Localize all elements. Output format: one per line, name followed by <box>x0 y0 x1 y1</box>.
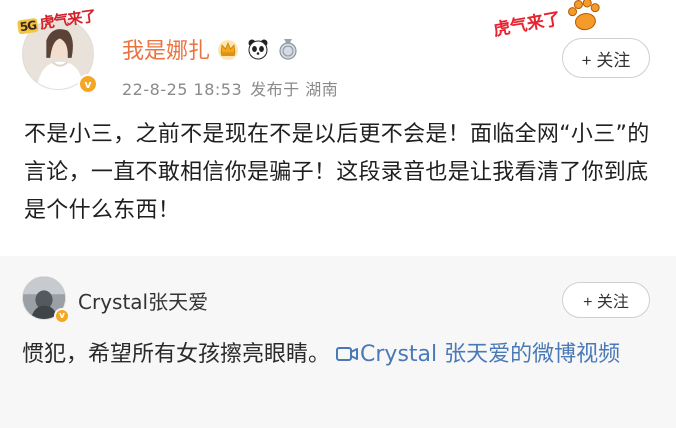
repost-text: 惯犯，希望所有女孩擦亮眼睛。 <box>22 342 331 367</box>
post-timestamp[interactable]: 22-8-25 18:53 <box>122 80 242 99</box>
post-meta: 22-8-25 18:53 发布于 湖南 <box>122 76 338 100</box>
medal-icon[interactable] <box>276 37 300 61</box>
post-location: 发布于 湖南 <box>250 80 339 99</box>
author-name-row: 我是娜扎 <box>122 34 300 64</box>
repost-avatar-container[interactable]: v <box>22 276 70 324</box>
avatar-deco-text: 虎气来了 <box>38 6 97 33</box>
verified-badge-icon: v <box>54 308 70 324</box>
video-link-label[interactable]: Crystal 张天爱的微博视频 <box>360 342 620 367</box>
repost-username[interactable]: Crystal张天爱 <box>78 286 208 315</box>
video-link[interactable]: Crystal 张天爱的微博视频 <box>330 342 620 367</box>
repost-follow-button[interactable]: + 关注 <box>562 282 650 318</box>
panda-icon[interactable] <box>246 37 270 61</box>
weibo-post: 5G 虎气来了 v 我是娜扎 22-8-25 18:53 发布于 湖南 虎气来了… <box>0 0 676 256</box>
tiger-paw-icon <box>568 0 600 31</box>
repost-card[interactable]: v Crystal张天爱 + 关注 惯犯，希望所有女孩擦亮眼睛。 Crystal … <box>0 256 676 428</box>
author-avatar-container[interactable]: 5G 虎气来了 v <box>16 6 98 96</box>
avatar-deco-mini-label: 5G <box>16 17 39 35</box>
repost-content: 惯犯，希望所有女孩擦亮眼睛。 Crystal 张天爱的微博视频 <box>22 336 658 374</box>
crown-icon[interactable] <box>216 37 240 61</box>
post-content: 不是小三，之前不是现在不是以后更不会是！面临全网“小三”的言论，一直不敢相信你是… <box>24 122 650 223</box>
sticker-text: 虎气来了 <box>491 9 563 41</box>
follow-button[interactable]: + 关注 <box>562 38 650 78</box>
video-camera-icon <box>336 347 359 361</box>
verified-badge-icon: v <box>78 74 98 94</box>
author-username[interactable]: 我是娜扎 <box>122 33 210 65</box>
